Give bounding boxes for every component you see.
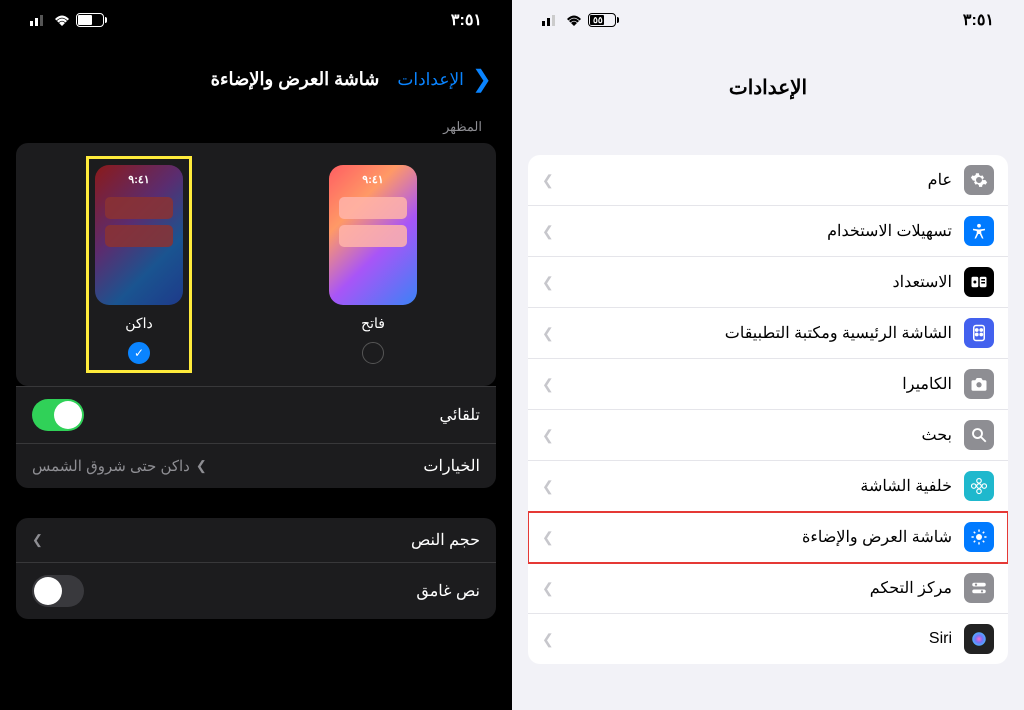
settings-row-camera[interactable]: الكاميرا❮ bbox=[528, 359, 1008, 410]
chevron-icon: ❮ bbox=[542, 580, 554, 597]
options-value: داكن حتى شروق الشمس bbox=[32, 457, 190, 475]
standby-icon bbox=[964, 267, 994, 297]
settings-row-homescreen[interactable]: الشاشة الرئيسية ومكتبة التطبيقات❮ bbox=[528, 308, 1008, 359]
gear-icon bbox=[964, 165, 994, 195]
bold-text-row: نص غامق bbox=[16, 562, 496, 619]
chevron-icon: ❮ bbox=[196, 458, 207, 474]
settings-list: عام❮تسهيلات الاستخدام❮الاستعداد❮الشاشة ا… bbox=[528, 155, 1008, 664]
bold-text-label: نص غامق bbox=[416, 581, 480, 601]
dark-preview: ٩:٤١ bbox=[95, 165, 183, 305]
back-chevron-icon[interactable]: ❯ bbox=[472, 65, 492, 94]
settings-row-siri[interactable]: Siri❮ bbox=[528, 614, 1008, 664]
chevron-icon: ❮ bbox=[542, 529, 554, 546]
options-label: الخيارات bbox=[423, 456, 480, 476]
row-label: الكاميرا bbox=[554, 374, 952, 394]
row-label: خلفية الشاشة bbox=[554, 476, 952, 496]
settings-row-search[interactable]: بحث❮ bbox=[528, 410, 1008, 461]
search-icon bbox=[964, 420, 994, 450]
automatic-row: تلقائي bbox=[16, 386, 496, 443]
chevron-icon: ❮ bbox=[542, 631, 554, 648]
row-label: الشاشة الرئيسية ومكتبة التطبيقات bbox=[554, 323, 952, 343]
settings-row-accessibility[interactable]: تسهيلات الاستخدام❮ bbox=[528, 206, 1008, 257]
appearance-option-light[interactable]: ٩:٤١ فاتح bbox=[323, 159, 423, 370]
settings-row-gear[interactable]: عام❮ bbox=[528, 155, 1008, 206]
signal-icon bbox=[30, 14, 48, 26]
text-size-label: حجم النص bbox=[411, 530, 480, 550]
camera-icon bbox=[964, 369, 994, 399]
light-radio[interactable] bbox=[362, 342, 384, 364]
light-label: فاتح bbox=[361, 315, 385, 332]
appearance-option-dark[interactable]: ٩:٤١ داكن ✓ bbox=[89, 159, 189, 370]
light-preview: ٩:٤١ bbox=[329, 165, 417, 305]
brightness-icon bbox=[964, 522, 994, 552]
back-button[interactable]: الإعدادات bbox=[397, 70, 464, 90]
status-indicators: ٥٥ bbox=[30, 13, 104, 27]
appearance-card: ٩:٤١ فاتح ٩:٤١ داكن ✓ bbox=[16, 143, 496, 386]
text-size-row[interactable]: حجم النص ❮ bbox=[16, 518, 496, 562]
controlcenter-icon bbox=[964, 573, 994, 603]
row-label: شاشة العرض والإضاءة bbox=[554, 527, 952, 547]
wifi-icon bbox=[54, 14, 70, 26]
display-brightness-screen: ٣:٥١ ٥٥ ❯ الإعدادات شاشة العرض والإضاءة … bbox=[0, 0, 512, 710]
wallpaper-icon bbox=[964, 471, 994, 501]
chevron-icon: ❮ bbox=[542, 427, 554, 444]
automatic-label: تلقائي bbox=[439, 405, 480, 425]
settings-row-standby[interactable]: الاستعداد❮ bbox=[528, 257, 1008, 308]
settings-row-brightness[interactable]: شاشة العرض والإضاءة❮ bbox=[528, 512, 1008, 563]
battery-icon: ٥٥ bbox=[76, 13, 104, 27]
settings-row-wallpaper[interactable]: خلفية الشاشة❮ bbox=[528, 461, 1008, 512]
dark-label: داكن bbox=[125, 315, 152, 332]
appearance-section-label: المظهر bbox=[0, 104, 512, 143]
chevron-icon: ❮ bbox=[542, 223, 554, 240]
status-bar-right: ٣:٥١ ٥٥ bbox=[512, 0, 1024, 40]
status-indicators: ٥٥ bbox=[542, 13, 616, 27]
settings-row-controlcenter[interactable]: مركز التحكم❮ bbox=[528, 563, 1008, 614]
chevron-icon: ❮ bbox=[542, 325, 554, 342]
page-title: شاشة العرض والإضاءة bbox=[211, 69, 380, 90]
row-label: بحث bbox=[554, 425, 952, 445]
row-label: Siri bbox=[554, 630, 952, 648]
chevron-icon: ❮ bbox=[542, 478, 554, 495]
wifi-icon bbox=[566, 14, 582, 26]
row-label: تسهيلات الاستخدام bbox=[554, 221, 952, 241]
automatic-toggle[interactable] bbox=[32, 399, 84, 431]
settings-screen: ٣:٥١ ٥٥ الإعدادات عام❮تسهيلات الاستخدام❮… bbox=[512, 0, 1024, 710]
row-label: عام bbox=[554, 170, 952, 190]
siri-icon bbox=[964, 624, 994, 654]
homescreen-icon bbox=[964, 318, 994, 348]
chevron-icon: ❮ bbox=[542, 274, 554, 291]
status-time: ٣:٥١ bbox=[963, 10, 994, 30]
bold-text-toggle[interactable] bbox=[32, 575, 84, 607]
chevron-icon: ❮ bbox=[32, 532, 43, 548]
settings-title: الإعدادات bbox=[512, 40, 1024, 125]
chevron-icon: ❮ bbox=[542, 376, 554, 393]
accessibility-icon bbox=[964, 216, 994, 246]
row-label: الاستعداد bbox=[554, 272, 952, 292]
nav-header: ❯ الإعدادات شاشة العرض والإضاءة bbox=[0, 40, 512, 104]
battery-icon: ٥٥ bbox=[588, 13, 616, 27]
status-time: ٣:٥١ bbox=[451, 10, 482, 30]
row-label: مركز التحكم bbox=[554, 578, 952, 598]
options-row[interactable]: الخيارات داكن حتى شروق الشمس ❮ bbox=[16, 443, 496, 488]
chevron-icon: ❮ bbox=[542, 172, 554, 189]
dark-radio[interactable]: ✓ bbox=[128, 342, 150, 364]
status-bar-left: ٣:٥١ ٥٥ bbox=[0, 0, 512, 40]
signal-icon bbox=[542, 14, 560, 26]
